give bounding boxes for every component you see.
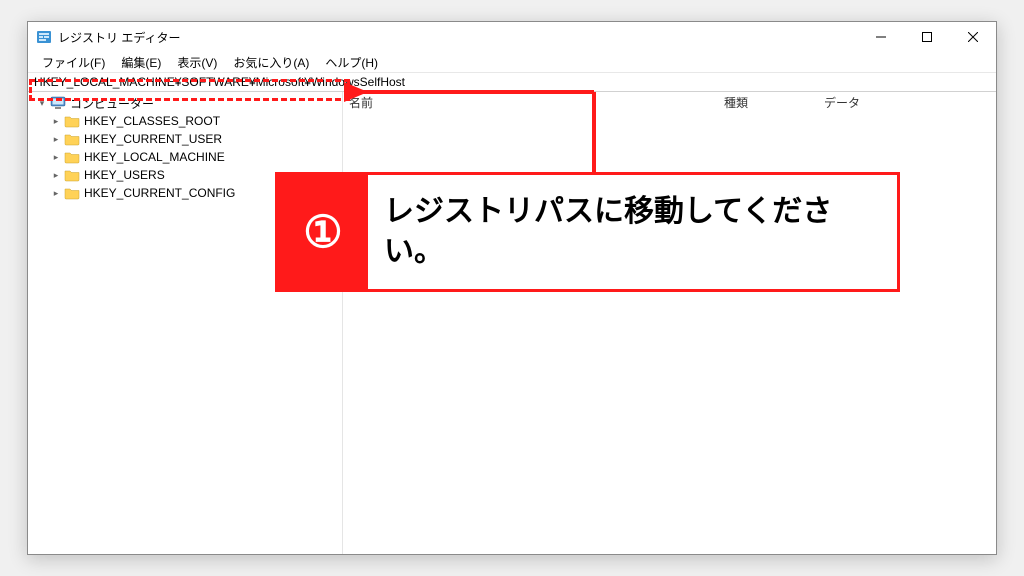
maximize-button[interactable] <box>904 22 950 52</box>
folder-icon <box>64 132 80 146</box>
annotation-text: レジストリパスに移動してください。 <box>368 175 897 289</box>
tree-pane[interactable]: ▾ コンピューター ▸ <box>28 92 343 554</box>
column-header-name[interactable]: 名前 <box>343 94 718 111</box>
minimize-button[interactable] <box>858 22 904 52</box>
values-pane: 名前 種類 データ <box>343 92 996 554</box>
folder-icon <box>64 114 80 128</box>
menu-favorites[interactable]: お気に入り(A) <box>225 52 317 73</box>
computer-icon <box>50 96 66 110</box>
tree-item-label: HKEY_CLASSES_ROOT <box>84 114 220 128</box>
tree-item[interactable]: ▸ HKEY_CURRENT_USER <box>50 130 342 148</box>
folder-icon <box>64 150 80 164</box>
menu-file[interactable]: ファイル(F) <box>34 52 113 73</box>
menu-edit[interactable]: 編集(E) <box>113 52 169 73</box>
annotation-step-badge: ① <box>278 175 368 289</box>
content-area: ▾ コンピューター ▸ <box>28 92 996 554</box>
address-input[interactable] <box>28 73 996 91</box>
menu-help[interactable]: ヘルプ(H) <box>317 52 386 73</box>
column-header-type[interactable]: 種類 <box>718 94 818 111</box>
close-button[interactable] <box>950 22 996 52</box>
tree-item-label: HKEY_CURRENT_USER <box>84 132 222 146</box>
chevron-down-icon[interactable]: ▾ <box>36 98 48 109</box>
titlebar: レジストリ エディター <box>28 22 996 52</box>
app-icon <box>36 29 52 45</box>
column-header-data[interactable]: データ <box>818 94 996 111</box>
tree-root-computer[interactable]: ▾ コンピューター <box>28 94 342 112</box>
chevron-right-icon[interactable]: ▸ <box>50 188 62 199</box>
window-controls <box>858 22 996 52</box>
window-title: レジストリ エディター <box>58 29 181 46</box>
tree-item-label: HKEY_LOCAL_MACHINE <box>84 150 225 164</box>
tree-item-label: HKEY_CURRENT_CONFIG <box>84 186 235 200</box>
chevron-right-icon[interactable]: ▸ <box>50 170 62 181</box>
tree-root-label: コンピューター <box>70 95 154 112</box>
tree-item[interactable]: ▸ HKEY_CLASSES_ROOT <box>50 112 342 130</box>
address-bar <box>28 72 996 92</box>
tree-item[interactable]: ▸ HKEY_LOCAL_MACHINE <box>50 148 342 166</box>
chevron-right-icon[interactable]: ▸ <box>50 116 62 127</box>
annotation-callout: ① レジストリパスに移動してください。 <box>275 172 900 292</box>
chevron-right-icon[interactable]: ▸ <box>50 152 62 163</box>
menubar: ファイル(F) 編集(E) 表示(V) お気に入り(A) ヘルプ(H) <box>28 52 996 72</box>
menu-view[interactable]: 表示(V) <box>169 52 225 73</box>
folder-icon <box>64 168 80 182</box>
column-headers: 名前 種類 データ <box>343 92 996 113</box>
tree-item-label: HKEY_USERS <box>84 168 165 182</box>
chevron-right-icon[interactable]: ▸ <box>50 134 62 145</box>
folder-icon <box>64 186 80 200</box>
